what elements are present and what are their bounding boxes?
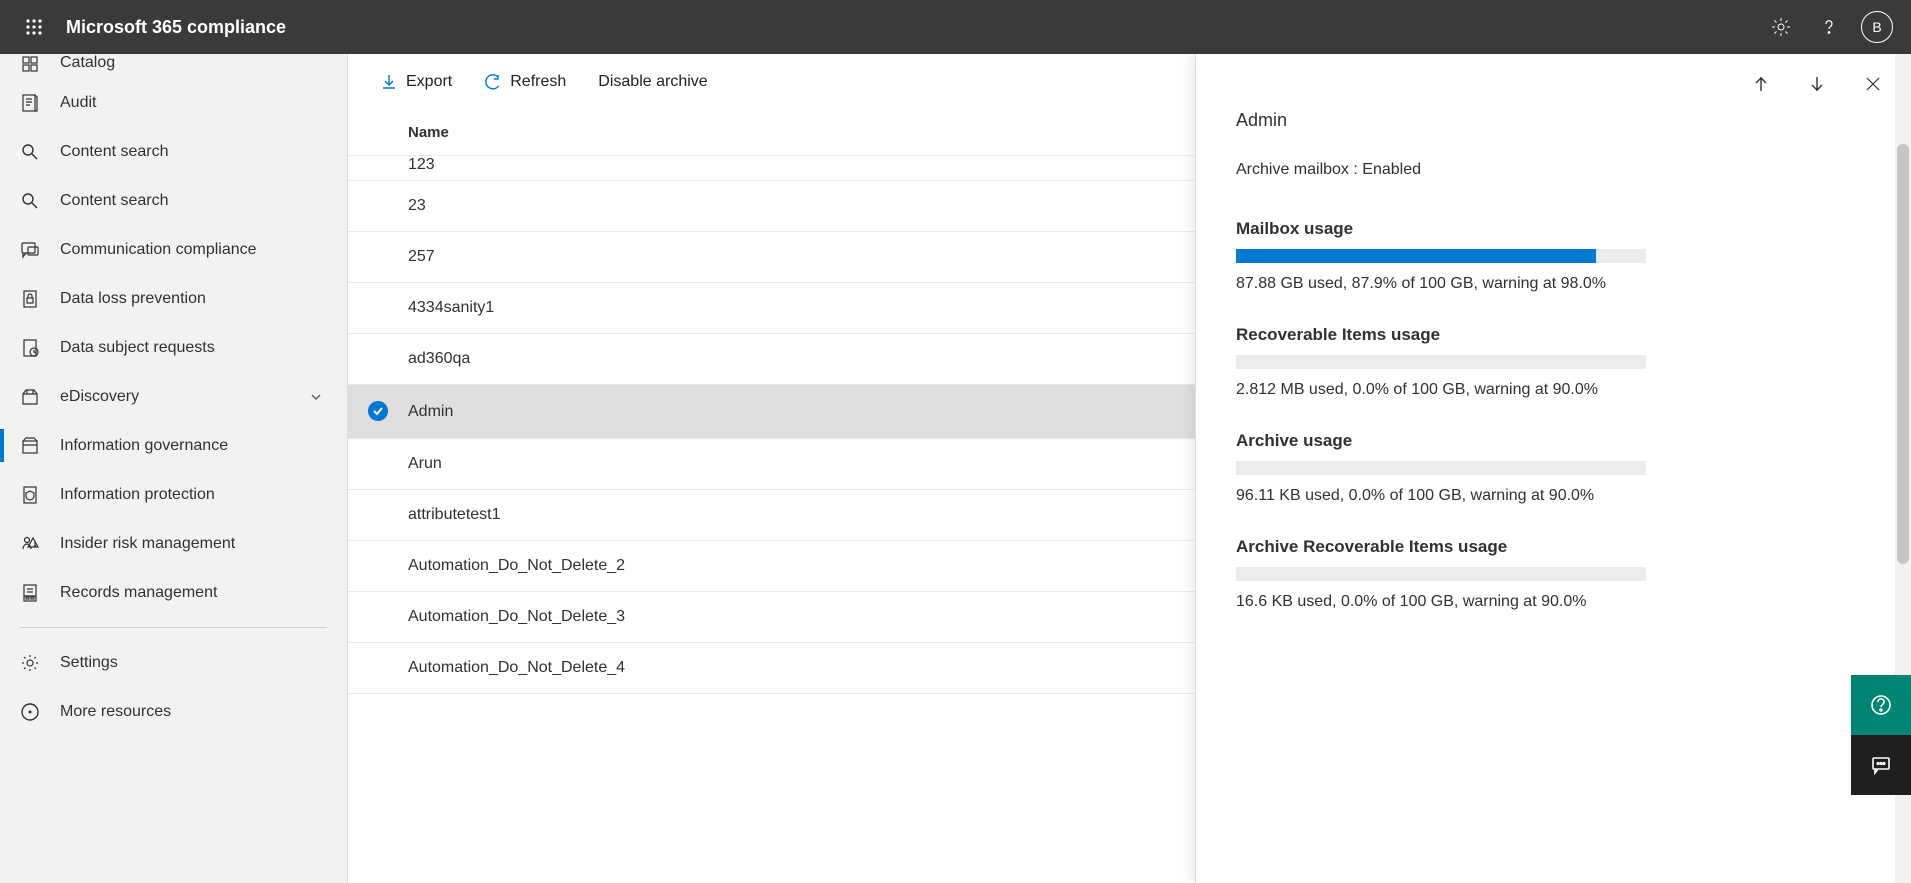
- app-title: Microsoft 365 compliance: [66, 17, 286, 38]
- usage-text: 87.88 GB used, 87.9% of 100 GB, warning …: [1236, 275, 1871, 293]
- floating-help-tabs: [1851, 675, 1911, 795]
- more-icon: [20, 702, 60, 722]
- row-select[interactable]: [348, 643, 408, 694]
- row-select[interactable]: [348, 490, 408, 541]
- sidebar-item-label: Settings: [60, 654, 118, 672]
- refresh-button[interactable]: Refresh: [472, 62, 578, 102]
- search-icon: [20, 191, 60, 211]
- details-panel: Admin Archive mailbox : Enabled Mailbox …: [1195, 54, 1911, 883]
- row-select[interactable]: [348, 283, 408, 334]
- sidebar-item-more-resources[interactable]: More resources: [0, 687, 347, 736]
- sidebar-item-label: Catalog: [60, 54, 115, 72]
- account-button[interactable]: B: [1853, 3, 1901, 51]
- usage-heading: Recoverable Items usage: [1236, 325, 1871, 345]
- sidebar-item-ediscovery[interactable]: eDiscovery: [0, 372, 347, 421]
- sidebar-item-label: Data subject requests: [60, 339, 215, 357]
- col-select: [348, 110, 408, 156]
- sidebar-item-content-search[interactable]: Content search: [0, 127, 347, 176]
- usage-bar: [1236, 355, 1646, 369]
- panel-title: Admin: [1236, 110, 1871, 131]
- usage-heading: Archive Recoverable Items usage: [1236, 537, 1871, 557]
- avatar: B: [1861, 11, 1893, 43]
- insider-icon: [20, 534, 60, 554]
- disable-archive-label: Disable archive: [598, 73, 707, 91]
- sidebar-item-audit[interactable]: Audit: [0, 78, 347, 127]
- usage-bar-fill: [1236, 249, 1596, 263]
- avatar-initial: B: [1872, 19, 1881, 35]
- refresh-icon: [484, 73, 502, 91]
- disable-archive-button[interactable]: Disable archive: [586, 62, 719, 102]
- sidebar-item-information-protection[interactable]: Information protection: [0, 470, 347, 519]
- panel-prev-button[interactable]: [1743, 66, 1779, 102]
- catalog-icon: [20, 54, 60, 74]
- settings-icon: [20, 653, 60, 673]
- records-icon: [20, 583, 60, 603]
- sidebar-item-insider-risk-management[interactable]: Insider risk management: [0, 519, 347, 568]
- sidebar-item-settings[interactable]: Settings: [0, 638, 347, 687]
- sidebar-item-label: Records management: [60, 584, 217, 602]
- row-select[interactable]: [348, 385, 408, 439]
- usage-bar: [1236, 249, 1646, 263]
- sidebar-item-label: Data loss prevention: [60, 290, 206, 308]
- row-select[interactable]: [348, 181, 408, 232]
- sidebar-item-label: Audit: [60, 94, 96, 112]
- usage-bar: [1236, 567, 1646, 581]
- sidebar-divider: [20, 627, 327, 628]
- sidebar: Catalog Audit Content search Content search…: [0, 54, 348, 883]
- comm-icon: [20, 240, 60, 260]
- sidebar-item-catalog[interactable]: Catalog: [0, 54, 347, 78]
- sidebar-item-label: eDiscovery: [60, 388, 139, 406]
- sidebar-item-label: Content search: [60, 143, 169, 161]
- usage-heading: Archive usage: [1236, 431, 1871, 451]
- sidebar-item-communication-compliance[interactable]: Communication compliance: [0, 225, 347, 274]
- scrollbar-thumb[interactable]: [1897, 144, 1909, 564]
- usage-text: 2.812 MB used, 0.0% of 100 GB, warning a…: [1236, 381, 1871, 399]
- usage-heading: Mailbox usage: [1236, 219, 1871, 239]
- search-icon: [20, 142, 60, 162]
- feedback-tab-button[interactable]: [1851, 735, 1911, 795]
- sidebar-item-data-loss-prevention[interactable]: Data loss prevention: [0, 274, 347, 323]
- sidebar-item-label: Insider risk management: [60, 535, 235, 553]
- sidebar-item-data-subject-requests[interactable]: Data subject requests: [0, 323, 347, 372]
- download-icon: [380, 73, 398, 91]
- panel-archive-status: Archive mailbox : Enabled: [1236, 161, 1871, 179]
- usage-text: 16.6 KB used, 0.0% of 100 GB, warning at…: [1236, 593, 1871, 611]
- usage-text: 96.11 KB used, 0.0% of 100 GB, warning a…: [1236, 487, 1871, 505]
- sidebar-item-label: More resources: [60, 703, 171, 721]
- row-select[interactable]: [348, 592, 408, 643]
- row-select[interactable]: [348, 439, 408, 490]
- top-bar: Microsoft 365 compliance B: [0, 0, 1911, 54]
- refresh-label: Refresh: [510, 73, 566, 91]
- help-button[interactable]: [1805, 3, 1853, 51]
- check-icon: [368, 401, 388, 421]
- infogov-icon: [20, 436, 60, 456]
- sidebar-item-label: Content search: [60, 192, 169, 210]
- sidebar-item-information-governance[interactable]: Information governance: [0, 421, 347, 470]
- sidebar-item-content-search[interactable]: Content search: [0, 176, 347, 225]
- usage-bar: [1236, 461, 1646, 475]
- app-launcher-button[interactable]: [10, 3, 58, 51]
- panel-close-button[interactable]: [1855, 66, 1891, 102]
- export-button[interactable]: Export: [368, 62, 464, 102]
- settings-button[interactable]: [1757, 3, 1805, 51]
- sidebar-item-label: Information protection: [60, 486, 215, 504]
- audit-icon: [20, 93, 60, 113]
- row-select[interactable]: [348, 334, 408, 385]
- dlp-icon: [20, 289, 60, 309]
- sidebar-item-label: Information governance: [60, 437, 228, 455]
- infoprot-icon: [20, 485, 60, 505]
- sidebar-item-label: Communication compliance: [60, 241, 257, 259]
- chevron-down-icon: [309, 390, 323, 404]
- export-label: Export: [406, 73, 452, 91]
- panel-next-button[interactable]: [1799, 66, 1835, 102]
- help-tab-button[interactable]: [1851, 675, 1911, 735]
- sidebar-item-records-management[interactable]: Records management: [0, 568, 347, 617]
- dsr-icon: [20, 338, 60, 358]
- row-select[interactable]: [348, 232, 408, 283]
- ediscovery-icon: [20, 387, 60, 407]
- row-select[interactable]: [348, 541, 408, 592]
